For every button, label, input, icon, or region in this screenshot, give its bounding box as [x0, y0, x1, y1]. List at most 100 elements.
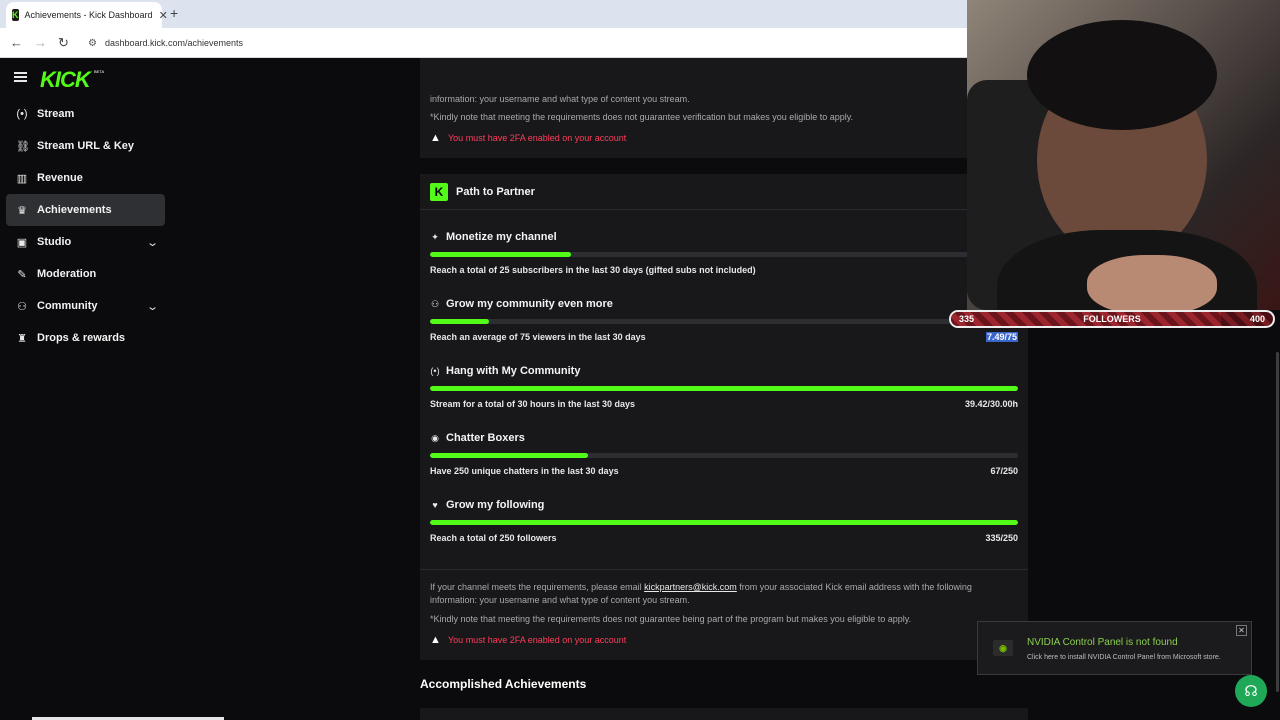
webcam-overlay: [967, 0, 1280, 310]
partner-email-link[interactable]: kickpartners@kick.com: [644, 582, 737, 592]
partner-note: *Kindly note that meeting the requiremen…: [430, 614, 912, 624]
goal-grow-my-community-even-more: ⚇ Grow my community even more Reach an ave…: [430, 298, 1018, 358]
sidebar-item-label: Moderation: [37, 268, 97, 280]
back-icon[interactable]: ←: [10, 35, 23, 50]
sidebar-item-stream[interactable]: (•) Stream: [6, 98, 165, 130]
sidebar-item-label: Stream: [37, 108, 75, 120]
goal-progress-value: 67/250: [990, 466, 1018, 476]
goal-progress-fill: [430, 319, 489, 324]
screen: { "browser": { "tab_title": "Achievement…: [0, 0, 1280, 720]
hand-shape: [1087, 255, 1217, 310]
notification-title: NVIDIA Control Panel is not found: [1027, 637, 1178, 648]
sidebar-item-moderation[interactable]: ✎ Moderation: [6, 258, 165, 290]
forward-icon[interactable]: →: [34, 35, 47, 50]
verification-panel: information: your username and what type…: [420, 58, 1028, 158]
scrollbar-thumb[interactable]: [1276, 352, 1279, 692]
verification-info-text: information: your username and what type…: [430, 94, 690, 104]
verification-2fa-warning: ▲ You must have 2FA enabled on your acco…: [430, 132, 627, 144]
goal-title: Grow my following: [446, 499, 545, 511]
chevron-down-icon[interactable]: ⌄: [146, 236, 159, 249]
followers-goal-bar: 335 FOLLOWERS 400: [949, 310, 1275, 328]
kick-favicon-icon: K: [12, 9, 19, 21]
site-info-icon[interactable]: ⚙: [88, 38, 97, 49]
browser-tab[interactable]: K Achievements - Kick Dashboard ✕: [6, 2, 168, 28]
divider: [420, 569, 1028, 570]
partner-2fa-warning: ▲ You must have 2FA enabled on your acco…: [430, 634, 626, 646]
hair-shape: [1027, 20, 1217, 130]
gift-icon: ♜: [17, 332, 27, 345]
footer-text-pre: If your channel meets the requirements, …: [430, 582, 645, 592]
path-to-partner-header: K Path to Partner: [420, 174, 1028, 210]
warning-icon: ▲: [430, 132, 441, 144]
goal-header: ◉ Chatter Boxers: [430, 432, 525, 444]
goal-progress-value: 7.49/75: [985, 332, 1018, 342]
chevron-down-icon[interactable]: ⌄: [146, 300, 159, 313]
goal-progress-track: [430, 319, 1018, 324]
goal-grow-my-following: ♥ Grow my following Reach a total of 250 f…: [430, 499, 1018, 559]
followers-goal: 400: [1249, 314, 1265, 324]
goal-title: Hang with My Community: [446, 365, 581, 377]
goal-header: ♥ Grow my following: [430, 499, 544, 511]
goal-header: ⚇ Grow my community even more: [430, 298, 613, 310]
headset-icon: ☊: [1244, 683, 1258, 700]
nvidia-icon: ◉: [993, 640, 1013, 656]
sidebar-item-drops-rewards[interactable]: ♜ Drops & rewards: [6, 322, 165, 354]
community-icon: ⚇: [430, 298, 440, 309]
sidebar-item-label: Revenue: [37, 172, 83, 184]
sidebar-item-label: Drops & rewards: [37, 332, 126, 344]
sidebar-item-achievements[interactable]: ♛ Achievements: [6, 194, 165, 226]
sidebar-item-revenue[interactable]: ▥ Revenue: [6, 162, 165, 194]
new-tab-button[interactable]: +: [170, 5, 178, 21]
accomplished-panel: [420, 708, 1028, 720]
trophy-icon: ♛: [17, 204, 27, 217]
beta-badge: BETA: [94, 69, 105, 74]
studio-icon: ▣: [16, 236, 28, 249]
sidebar-item-label: Community: [37, 300, 98, 312]
path-to-partner-title: Path to Partner: [456, 185, 535, 198]
chat-icon: ◉: [431, 432, 439, 443]
help-chat-button[interactable]: ☊: [1235, 675, 1267, 707]
broadcast-icon: (•): [430, 366, 440, 376]
wrench-icon: ✎: [17, 268, 27, 281]
accomplished-achievements-heading: Accomplished Achievements: [420, 677, 587, 691]
chart-icon: ▥: [16, 172, 28, 185]
link-icon: ⛓: [16, 140, 30, 153]
sidebar: KICK BETA (•) Stream ⛓ Stream URL & Key ▥ Rev…: [0, 58, 172, 720]
goal-header: (•) Hang with My Community: [430, 365, 580, 377]
goal-title: Monetize my channel: [446, 231, 557, 243]
goal-chatter-boxers: ◉ Chatter Boxers Have 250 unique chatters …: [430, 432, 1018, 492]
partner-footer-text: If your channel meets the requirements, …: [430, 581, 1000, 607]
sidebar-item-community[interactable]: ⚇ Community ⌄: [6, 290, 165, 322]
goal-progress-value: 335/250: [985, 533, 1018, 543]
sparkle-icon: ✦: [431, 231, 439, 242]
close-tab-icon[interactable]: ✕: [159, 9, 168, 22]
sidebar-item-studio[interactable]: ▣ Studio ⌄: [6, 226, 165, 258]
users-icon: ⚇: [17, 300, 27, 313]
sidebar-item-stream-url-key[interactable]: ⛓ Stream URL & Key: [6, 130, 165, 162]
url-input[interactable]: ⚙ dashboard.kick.com/achievements: [80, 32, 960, 54]
warning-icon: ▲: [430, 634, 441, 646]
warning-text: You must have 2FA enabled on your accoun…: [448, 133, 627, 143]
goal-header: ✦ Monetize my channel: [430, 231, 557, 243]
broadcast-icon: (•): [16, 108, 28, 120]
close-notification-icon[interactable]: ✕: [1236, 625, 1247, 636]
goal-progress-fill: [430, 386, 1018, 391]
reload-icon[interactable]: ↻: [58, 35, 69, 51]
goal-title: Chatter Boxers: [446, 432, 525, 444]
goal-title: Grow my community even more: [446, 298, 613, 310]
menu-icon[interactable]: [14, 72, 27, 82]
goal-description: Have 250 unique chatters in the last 30 …: [430, 466, 619, 476]
goal-progress-track: [430, 453, 1018, 458]
sidebar-item-label: Studio: [37, 236, 72, 248]
goal-progress-fill: [430, 453, 588, 458]
followers-label: FOLLOWERS: [1083, 314, 1141, 324]
goal-progress-fill: [430, 520, 1018, 525]
path-to-partner-panel: K Path to Partner ✦ Monetize my channel Re…: [420, 174, 1028, 660]
goal-progress-track: [430, 520, 1018, 525]
verification-note: *Kindly note that meeting the requiremen…: [430, 112, 854, 122]
kick-logo[interactable]: KICK: [40, 67, 91, 93]
kick-logo-icon: K: [430, 182, 448, 201]
followers-current: 335: [959, 314, 975, 324]
nvidia-notification[interactable]: ◉ NVIDIA Control Panel is not found Clic…: [977, 621, 1252, 675]
heart-icon: ♥: [432, 500, 438, 510]
